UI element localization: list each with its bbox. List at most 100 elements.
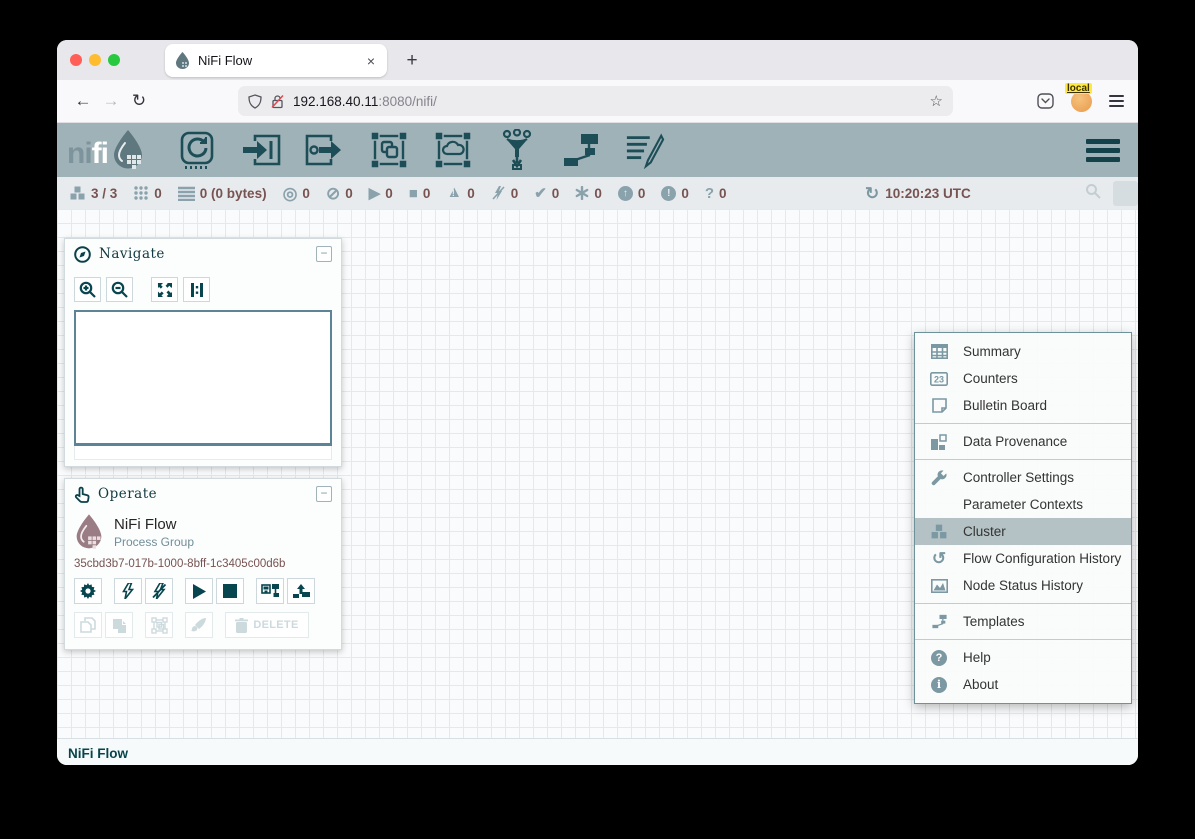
upload-template-icon[interactable] — [287, 578, 315, 604]
menu-item-node-status-history[interactable]: Node Status History — [915, 572, 1131, 599]
breadcrumb-root[interactable]: NiFi Flow — [68, 746, 128, 761]
process-group-icon[interactable] — [369, 130, 409, 170]
close-window-button[interactable] — [70, 54, 82, 66]
zoom-in-icon[interactable] — [74, 277, 101, 302]
reload-button[interactable]: ↻ — [125, 91, 153, 111]
component-palette — [177, 130, 665, 170]
counters-icon: 23 — [928, 372, 950, 386]
zoom-out-icon[interactable] — [106, 277, 133, 302]
refresh-icon[interactable]: ↻ — [865, 185, 879, 202]
menu-item-summary[interactable]: Summary — [915, 338, 1131, 365]
menu-item-data-provenance[interactable]: Data Provenance — [915, 428, 1131, 455]
summary-icon — [928, 344, 950, 359]
flow-status-bar: 3 / 3 0 0 (0 bytes) ◎0 ⊘0 — [57, 177, 1138, 209]
menu-item-counters[interactable]: 23 Counters — [915, 365, 1131, 392]
search-icon[interactable] — [1085, 183, 1101, 203]
processor-icon[interactable] — [177, 130, 217, 170]
minimize-window-button[interactable] — [89, 54, 101, 66]
status-connected-nodes: 3 / 3 — [69, 185, 117, 201]
zoom-fit-icon[interactable] — [151, 277, 178, 302]
menu-item-cluster[interactable]: Cluster — [915, 518, 1131, 545]
selected-component-id: 35cbd3b7-017b-1000-8bff-1c3405c00d6b — [65, 551, 341, 570]
menu-item-parameter-contexts[interactable]: Parameter Contexts — [915, 491, 1131, 518]
search-input[interactable] — [1113, 181, 1138, 206]
label-icon[interactable] — [625, 130, 665, 170]
insecure-lock-icon[interactable] — [270, 94, 285, 109]
enable-icon[interactable] — [114, 578, 142, 604]
menu-divider — [915, 423, 1131, 424]
template-icon[interactable] — [561, 130, 601, 170]
collapse-operate-button[interactable]: − — [316, 486, 332, 502]
stopped-icon: ■ — [409, 186, 418, 201]
tab-title: NiFi Flow — [198, 53, 365, 68]
forward-button[interactable]: → — [97, 91, 125, 111]
svg-text:23: 23 — [934, 374, 944, 384]
up-to-date-icon: ✔ — [534, 186, 547, 201]
running-icon: ▶ — [369, 186, 381, 201]
shield-icon[interactable] — [248, 94, 262, 109]
status-stale: ↑0 — [618, 186, 646, 201]
zoom-actual-icon[interactable] — [183, 277, 210, 302]
profile-avatar[interactable]: local — [1071, 91, 1092, 112]
menu-item-bulletin-board[interactable]: Bulletin Board — [915, 392, 1131, 419]
zoom-window-button[interactable] — [108, 54, 120, 66]
nifi-logo: nifi — [67, 129, 145, 171]
browser-tab[interactable]: NiFi Flow × — [165, 44, 387, 77]
funnel-icon[interactable] — [497, 130, 537, 170]
collapse-navigate-button[interactable]: − — [316, 246, 332, 262]
menu-item-help[interactable]: ? Help — [915, 644, 1131, 671]
birdseye-view[interactable] — [74, 310, 332, 446]
input-port-icon[interactable] — [241, 130, 281, 170]
bookmark-star-icon[interactable]: ☆ — [930, 92, 943, 110]
navigate-palette: Navigate − — [64, 238, 342, 467]
disable-icon[interactable] — [145, 578, 173, 604]
group-icon[interactable] — [145, 612, 173, 638]
about-icon: i — [928, 677, 950, 693]
address-bar[interactable]: 192.168.40.11:8080/nifi/ ☆ — [238, 86, 953, 116]
save-template-icon[interactable] — [256, 578, 284, 604]
configuration-icon[interactable] — [74, 578, 102, 604]
sync-failure-icon: ? — [705, 186, 714, 201]
flow-canvas[interactable]: Navigate − — [57, 209, 1138, 738]
status-locally-modified: 0 — [575, 186, 602, 201]
selected-component-type: Process Group — [114, 535, 194, 549]
process-group-drop-icon — [74, 513, 104, 551]
status-transmitting: ◎0 — [283, 185, 310, 202]
menu-item-flow-configuration-history[interactable]: ↺ Flow Configuration History — [915, 545, 1131, 572]
window-controls — [70, 54, 120, 66]
delete-button[interactable]: DELETE — [225, 612, 309, 638]
output-port-icon[interactable] — [305, 130, 345, 170]
birdseye-brush[interactable] — [74, 446, 332, 460]
stop-icon[interactable] — [216, 578, 244, 604]
help-icon: ? — [928, 650, 950, 666]
navigate-header[interactable]: Navigate − — [65, 239, 341, 269]
profile-badge: local — [1065, 83, 1092, 94]
disabled-icon — [491, 185, 506, 201]
controller-settings-icon — [928, 470, 950, 486]
logo-drop-icon — [111, 129, 145, 171]
operate-header[interactable]: Operate − — [65, 479, 341, 509]
paste-icon[interactable] — [105, 612, 133, 638]
operate-buttons-row1 — [65, 570, 341, 604]
status-sync-failure: ?0 — [705, 186, 727, 201]
fill-color-icon[interactable] — [185, 612, 213, 638]
remote-process-group-icon[interactable] — [433, 130, 473, 170]
menu-item-about[interactable]: i About — [915, 671, 1131, 698]
back-button[interactable]: ← — [69, 91, 97, 111]
menu-divider — [915, 459, 1131, 460]
new-tab-button[interactable]: + — [399, 48, 425, 74]
url-host: 192.168.40.11 — [293, 94, 378, 109]
status-disabled: 0 — [491, 185, 519, 201]
browser-menu-icon[interactable] — [1109, 92, 1124, 109]
menu-item-controller-settings[interactable]: Controller Settings — [915, 464, 1131, 491]
status-queued: 0 (0 bytes) — [178, 186, 267, 201]
close-tab-icon[interactable]: × — [365, 53, 377, 69]
cluster-icon — [928, 523, 950, 540]
start-icon[interactable] — [185, 578, 213, 604]
bulletin-board-icon — [928, 398, 950, 413]
copy-icon[interactable] — [74, 612, 102, 638]
menu-item-templates[interactable]: Templates — [915, 608, 1131, 635]
pocket-icon[interactable] — [1037, 93, 1054, 109]
operate-buttons-row2: DELETE — [65, 604, 341, 638]
global-menu-button[interactable] — [1086, 135, 1120, 166]
